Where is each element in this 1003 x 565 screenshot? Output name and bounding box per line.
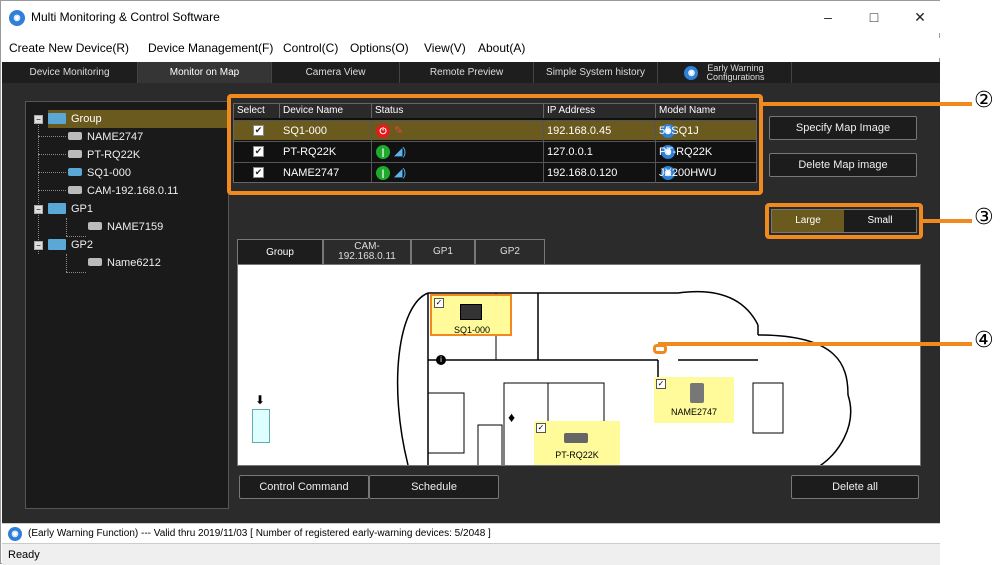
map-device-sq1-000[interactable]: ✓ SQ1-000	[430, 294, 512, 336]
trash-icon[interactable]	[252, 409, 270, 443]
minimize-button[interactable]: –	[808, 5, 848, 29]
control-command-button[interactable]: Control Command	[239, 475, 369, 499]
map-checkbox[interactable]: ✓	[656, 379, 666, 389]
tree-label: Name6212	[107, 257, 161, 269]
map-tab-cam[interactable]: CAM- 192.168.0.11	[323, 239, 411, 265]
map-tab-label: GP1	[432, 246, 453, 257]
expand-gp2-toggle[interactable]: −	[34, 241, 43, 250]
early-warning-label-2: Configurations	[706, 71, 765, 82]
delete-all-button[interactable]: Delete all	[791, 475, 919, 499]
window-title: Multi Monitoring & Control Software	[31, 10, 220, 24]
map-tab-label: GP2	[499, 246, 520, 257]
menu-create-new-device[interactable]: Create New Device(R)	[9, 41, 129, 55]
status-bar: Ready	[2, 543, 940, 565]
down-arrow-icon: ⬇	[255, 393, 266, 407]
status-text: Ready	[8, 549, 40, 561]
tree-label: CAM-192.168.0.11	[87, 185, 179, 197]
highlight-table	[227, 94, 763, 195]
camera-icon	[690, 383, 704, 403]
camera-icon	[68, 132, 82, 141]
tab-camera-view[interactable]: Camera View	[272, 62, 400, 83]
callout-3: ③	[974, 205, 994, 230]
menu-control[interactable]: Control(C)	[283, 41, 338, 55]
tree-item-gp1[interactable]: GP1	[48, 200, 93, 218]
tab-simple-system-history[interactable]: Simple System history	[534, 62, 658, 83]
tree-label: GP2	[71, 239, 94, 251]
menu-about[interactable]: About(A)	[478, 41, 525, 55]
tab-device-monitoring[interactable]: Device Monitoring	[2, 62, 138, 83]
map-checkbox[interactable]: ✓	[434, 298, 444, 308]
map-checkbox[interactable]: ✓	[536, 423, 546, 433]
main-tabs: Device Monitoring Monitor on Map Camera …	[2, 62, 940, 83]
map-tab-gp2[interactable]: GP2	[475, 239, 545, 265]
map-device-name2747[interactable]: ✓ NAME2747	[654, 377, 734, 423]
folder-icon	[48, 202, 66, 214]
tree-item-name6212[interactable]: Name6212	[88, 254, 161, 272]
map-tab-label: 192.168.0.11	[338, 251, 396, 262]
tree-label: SQ1-000	[87, 167, 132, 179]
early-warning-icon: ◉	[8, 527, 22, 541]
projector-icon	[88, 258, 102, 267]
menu-bar: Create New Device(R) Device Management(F…	[1, 38, 941, 58]
delete-map-image-button[interactable]: Delete Map image	[769, 153, 917, 177]
footer-text: (Early Warning Function) --- Valid thru …	[28, 528, 491, 539]
early-warning-icon: ◉	[684, 65, 699, 80]
callout-4: ④	[974, 328, 994, 353]
map-device-label: NAME2747	[670, 407, 718, 417]
tab-early-warning[interactable]: ◉ Early Warning Configurations	[658, 62, 792, 83]
schedule-button[interactable]: Schedule	[369, 475, 499, 499]
highlight-size	[765, 203, 923, 239]
tree-label: NAME7159	[107, 221, 164, 233]
expand-group-toggle[interactable]: −	[34, 115, 43, 124]
map-device-pt-rq22k[interactable]: ✓ PT-RQ22K	[534, 421, 620, 465]
info-icon: i	[436, 355, 446, 365]
projector-icon	[68, 150, 82, 159]
menu-options[interactable]: Options(O)	[350, 41, 409, 55]
projector-icon	[564, 433, 588, 443]
map-canvas[interactable]: ✓ SQ1-000 ✓ PT-RQ22K ✓ NAME2747 i ♦ ⬇	[237, 264, 921, 466]
tree-label: PT-RQ22K	[87, 149, 141, 161]
tree-item-group[interactable]: Group	[48, 110, 228, 128]
map-tab-label: Group	[266, 246, 294, 258]
display-icon	[68, 168, 82, 177]
map-device-label: SQ1-000	[453, 325, 491, 335]
tab-monitor-on-map[interactable]: Monitor on Map	[138, 62, 272, 83]
display-icon	[460, 304, 482, 320]
callout-2: ②	[974, 88, 994, 113]
tree-item-name7159[interactable]: NAME7159	[88, 218, 163, 236]
camera-icon	[68, 186, 82, 195]
tree-item-cam[interactable]: CAM-192.168.0.11	[68, 182, 179, 200]
tree-item-sq1-000[interactable]: SQ1-000	[68, 164, 131, 182]
callout-line-2	[762, 102, 972, 106]
expand-gp1-toggle[interactable]: −	[34, 205, 43, 214]
folder-icon	[48, 238, 66, 250]
menu-view[interactable]: View(V)	[424, 41, 466, 55]
map-tab-group[interactable]: Group	[237, 239, 323, 265]
tab-remote-preview[interactable]: Remote Preview	[400, 62, 534, 83]
main-window: ◉ Multi Monitoring & Control Software – …	[0, 0, 941, 565]
restroom-icon: ♦	[508, 409, 516, 425]
tree-item-gp2[interactable]: GP2	[48, 236, 93, 254]
device-tree: − Group NAME2747 PT-RQ22K SQ1-000 CAM-19…	[25, 101, 229, 509]
early-warning-footer: ◉ (Early Warning Function) --- Valid thr…	[2, 523, 940, 543]
close-button[interactable]: ✕	[900, 5, 940, 29]
tree-label: GP1	[71, 203, 94, 215]
map-tab-gp1[interactable]: GP1	[411, 239, 475, 265]
folder-icon	[48, 112, 66, 124]
callout-line-4	[658, 342, 972, 346]
tree-label: Group	[71, 113, 102, 125]
map-device-label: PT-RQ22K	[555, 450, 599, 460]
app-logo-icon: ◉	[9, 10, 25, 26]
maximize-button[interactable]: □	[854, 5, 894, 29]
specify-map-image-button[interactable]: Specify Map Image	[769, 116, 917, 140]
menu-device-management[interactable]: Device Management(F)	[148, 41, 273, 55]
tree-label: NAME2747	[87, 131, 144, 143]
title-bar: ◉ Multi Monitoring & Control Software – …	[1, 1, 941, 33]
tree-item-name2747[interactable]: NAME2747	[68, 128, 143, 146]
projector-icon	[88, 222, 102, 231]
callout-line-3	[922, 219, 972, 223]
tree-item-pt-rq22k[interactable]: PT-RQ22K	[68, 146, 140, 164]
